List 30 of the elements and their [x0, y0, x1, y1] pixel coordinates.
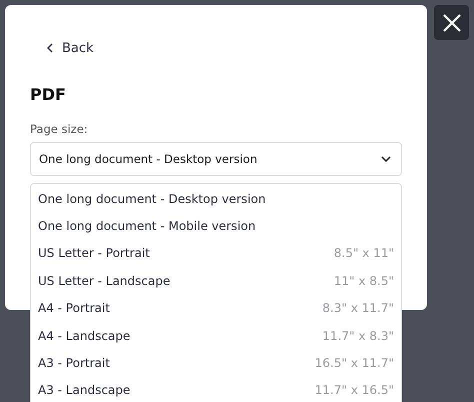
option-label: One long document - Mobile version — [38, 219, 256, 234]
dropdown-option[interactable]: US Letter - Portrait 8.5" x 11" — [31, 240, 401, 268]
option-label: A4 - Portrait — [38, 301, 110, 316]
option-label: One long document - Desktop version — [38, 192, 266, 206]
option-size: 16.5" x 11.7" — [314, 356, 394, 370]
dropdown-option[interactable]: One long document - Mobile version — [31, 212, 401, 240]
dropdown-option[interactable]: A4 - Portrait 8.3" x 11.7" — [31, 294, 401, 322]
chevron-down-icon — [381, 156, 391, 162]
dialog-title: PDF — [30, 85, 67, 104]
dropdown-option[interactable]: A4 - Landscape 11.7" x 8.3" — [31, 322, 401, 350]
option-size: 11.7" x 16.5" — [314, 383, 394, 398]
chevron-left-icon — [47, 43, 53, 53]
option-label: A3 - Landscape — [38, 383, 130, 398]
option-size: 8.5" x 11" — [334, 246, 394, 260]
option-size: 11" x 8.5" — [334, 274, 394, 288]
page-size-select[interactable]: One long document - Desktop version — [30, 142, 402, 176]
field-label: Page size: — [30, 122, 89, 136]
close-icon — [442, 14, 460, 32]
dropdown-option[interactable]: US Letter - Landscape 11" x 8.5" — [31, 267, 401, 295]
option-label: US Letter - Portrait — [38, 246, 150, 260]
close-button[interactable] — [434, 5, 469, 40]
option-size: 11.7" x 8.3" — [322, 328, 394, 343]
option-label: US Letter - Landscape — [38, 274, 170, 288]
dropdown-option[interactable]: A3 - Landscape 11.7" x 16.5" — [31, 376, 401, 402]
dropdown-option[interactable]: One long document - Desktop version — [31, 185, 401, 212]
option-label: A4 - Landscape — [38, 328, 130, 343]
option-label: A3 - Portrait — [38, 356, 110, 370]
dropdown-option[interactable]: A3 - Portrait 16.5" x 11.7" — [31, 349, 401, 377]
option-size: 8.3" x 11.7" — [322, 301, 394, 316]
back-link[interactable]: Back — [30, 40, 94, 56]
